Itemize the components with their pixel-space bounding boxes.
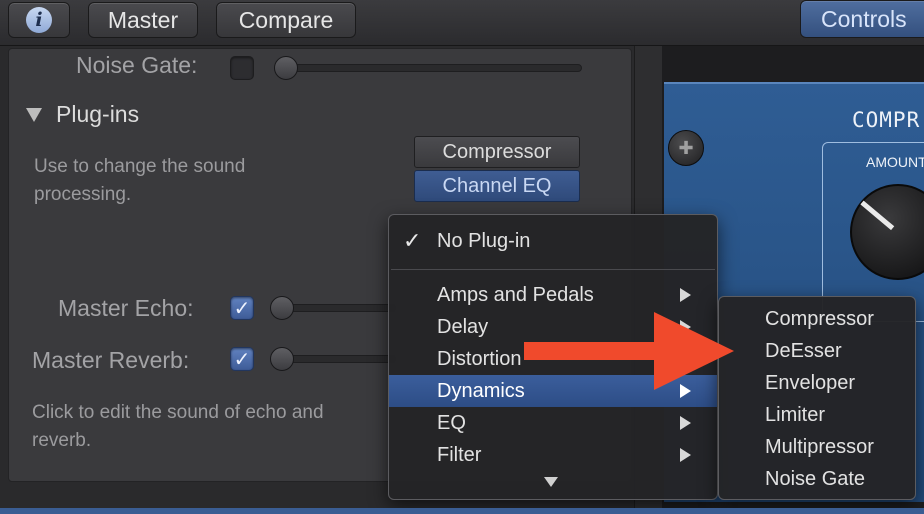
compare-button[interactable]: Compare: [216, 2, 356, 38]
menu-item-no-plugin[interactable]: ✓ No Plug-in: [389, 225, 717, 257]
plugin-title: COMPR: [852, 108, 921, 132]
submenu-item-limiter[interactable]: Limiter: [765, 399, 825, 431]
master-echo-checkbox[interactable]: ✓: [230, 296, 254, 320]
master-echo-label: Master Echo:: [58, 295, 194, 321]
noise-gate-label: Noise Gate:: [76, 52, 198, 78]
scroll-down-icon[interactable]: [544, 477, 558, 487]
controls-button[interactable]: Controls: [800, 0, 924, 38]
amount-label: AMOUNT: [866, 154, 924, 170]
master-echo-slider-track[interactable]: [276, 304, 396, 312]
submenu-item-enveloper[interactable]: Enveloper: [765, 367, 855, 399]
master-reverb-slider-track[interactable]: [276, 355, 396, 363]
red-arrow-icon: [524, 342, 664, 360]
menu-item-filter[interactable]: Filter: [389, 439, 717, 471]
checkmark-icon: ✓: [403, 228, 422, 253]
menu-item-label: No Plug-in: [437, 229, 531, 252]
master-echo-slider-knob[interactable]: [270, 296, 294, 320]
submenu-item-multipressor[interactable]: Multipressor: [765, 431, 874, 463]
master-reverb-checkbox[interactable]: ✓: [230, 347, 254, 371]
info-button[interactable]: i: [8, 2, 70, 38]
plugins-heading[interactable]: Plug-ins: [56, 101, 139, 128]
bottom-bar: [0, 508, 924, 514]
submenu-item-deesser[interactable]: DeEsser: [765, 335, 842, 367]
chevron-right-icon: [680, 416, 691, 430]
master-reverb-label: Master Reverb:: [32, 347, 190, 373]
plugin-slot-channel-eq[interactable]: Channel EQ: [414, 170, 580, 202]
chevron-right-icon: [680, 288, 691, 302]
triangle-down-icon[interactable]: [26, 108, 42, 122]
master-button[interactable]: Master: [88, 2, 198, 38]
screw-icon: ✚: [668, 130, 704, 166]
menu-separator: [391, 269, 715, 270]
echo-reverb-description: Click to edit the sound of echo and reve…: [32, 402, 324, 451]
dynamics-submenu: Compressor DeEsser Enveloper Limiter Mul…: [718, 296, 916, 500]
menu-item-label: Filter: [437, 443, 482, 466]
submenu-item-compressor[interactable]: Compressor: [765, 303, 874, 335]
noise-gate-checkbox[interactable]: [230, 56, 254, 80]
menu-item-label: Dynamics: [437, 379, 525, 402]
menu-item-label: Distortion: [437, 347, 522, 370]
menu-item-amps-and-pedals[interactable]: Amps and Pedals: [389, 279, 717, 311]
menu-item-label: EQ: [437, 411, 466, 434]
menu-item-label: Amps and Pedals: [437, 283, 594, 306]
menu-item-eq[interactable]: EQ: [389, 407, 717, 439]
noise-gate-slider-knob[interactable]: [274, 56, 298, 80]
toolbar: i Master Compare Controls: [0, 0, 924, 46]
submenu-item-noise-gate[interactable]: Noise Gate: [765, 463, 865, 495]
plugin-slot-compressor[interactable]: Compressor: [414, 136, 580, 168]
red-arrow-head-icon: [654, 312, 734, 390]
info-icon: i: [26, 7, 52, 33]
plugins-description: Use to change the sound processing.: [34, 156, 246, 205]
menu-item-label: Delay: [437, 315, 489, 338]
chevron-right-icon: [680, 448, 691, 462]
noise-gate-slider-track[interactable]: [276, 64, 582, 72]
master-reverb-slider-knob[interactable]: [270, 347, 294, 371]
